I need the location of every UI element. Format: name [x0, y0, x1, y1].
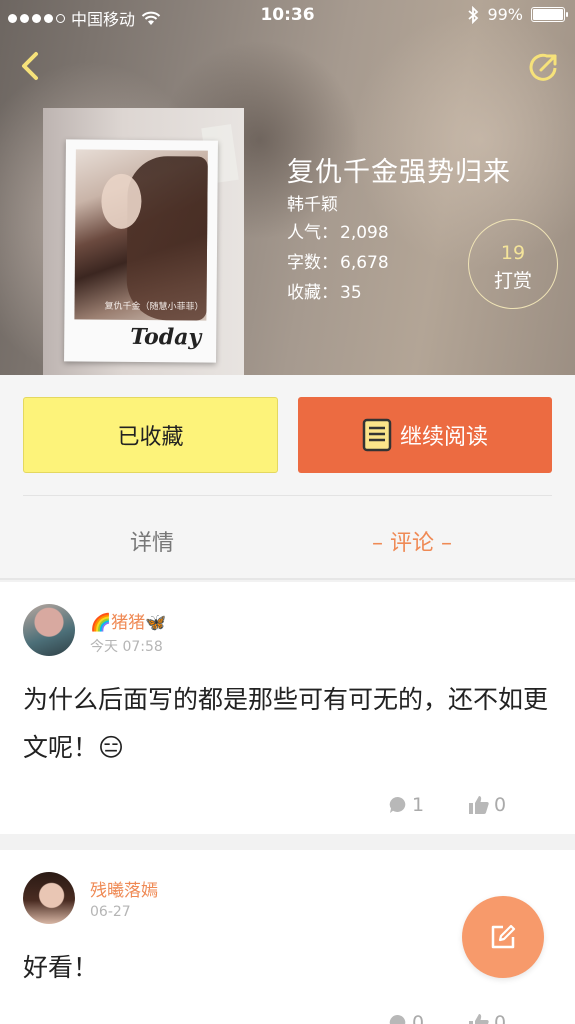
- comment-time: 今天 07:58: [90, 639, 163, 655]
- reward-count: 19: [500, 242, 526, 264]
- stat-popularity: 人气： 2,098: [287, 223, 389, 243]
- action-panel: 已收藏 继续阅读 详情 – 评论 –: [0, 375, 575, 580]
- tab-detail[interactable]: 详情: [130, 525, 174, 557]
- share-button[interactable]: [525, 48, 563, 86]
- comment-item: 🌈猪猪🦋 今天 07:58 为什么后面写的都是那些可有可无的，还不如更文呢！😑 …: [0, 582, 575, 834]
- thumbs-up-icon: [469, 796, 489, 814]
- edit-icon: [491, 924, 516, 949]
- tab-comments[interactable]: – 评论 –: [372, 525, 452, 557]
- book-cover[interactable]: 复仇千金（随慧小菲菲） Today: [43, 108, 244, 375]
- stat-favorites: 收藏： 35: [287, 283, 362, 303]
- avatar[interactable]: [23, 604, 75, 656]
- like-button[interactable]: 0: [468, 1012, 506, 1024]
- comment-username[interactable]: 🌈猪猪🦋: [90, 608, 166, 633]
- stat-word-count: 字数： 6,678: [287, 253, 389, 273]
- cover-caption: 复仇千金（随慧小菲菲）: [104, 301, 204, 313]
- reward-button[interactable]: 19 打赏: [468, 219, 558, 309]
- book-title: 复仇千金强势归来: [287, 157, 511, 188]
- back-button[interactable]: [14, 48, 50, 84]
- reply-button[interactable]: 1: [388, 794, 424, 816]
- cover-text: Today: [130, 323, 202, 351]
- write-comment-button[interactable]: [462, 896, 544, 978]
- battery-percent: 99%: [487, 5, 523, 24]
- continue-reading-button[interactable]: 继续阅读: [298, 397, 552, 473]
- battery-icon: [531, 7, 568, 22]
- book-author[interactable]: 韩千颖: [287, 190, 338, 215]
- status-bar: 中国移动 10:36 99%: [0, 0, 575, 34]
- like-button[interactable]: 0: [468, 794, 506, 816]
- comment-time: 06-27: [90, 904, 131, 920]
- avatar[interactable]: [23, 872, 75, 924]
- thumbs-up-icon: [469, 1014, 489, 1024]
- bluetooth-icon: [468, 5, 479, 24]
- comment-bubble-icon: [389, 796, 406, 813]
- book-header: 中国移动 10:36 99% 复仇千金（随慧小菲菲） Today 复仇千金强势归…: [0, 0, 575, 375]
- comment-username[interactable]: 残曦落嫣: [90, 876, 158, 901]
- book-icon: [362, 418, 392, 452]
- reply-button[interactable]: 0: [388, 1012, 424, 1024]
- comment-text: 为什么后面写的都是那些可有可无的，还不如更文呢！😑: [23, 685, 549, 762]
- comment-bubble-icon: [389, 1014, 406, 1024]
- reward-label: 打赏: [493, 270, 532, 292]
- collected-button[interactable]: 已收藏: [23, 397, 278, 473]
